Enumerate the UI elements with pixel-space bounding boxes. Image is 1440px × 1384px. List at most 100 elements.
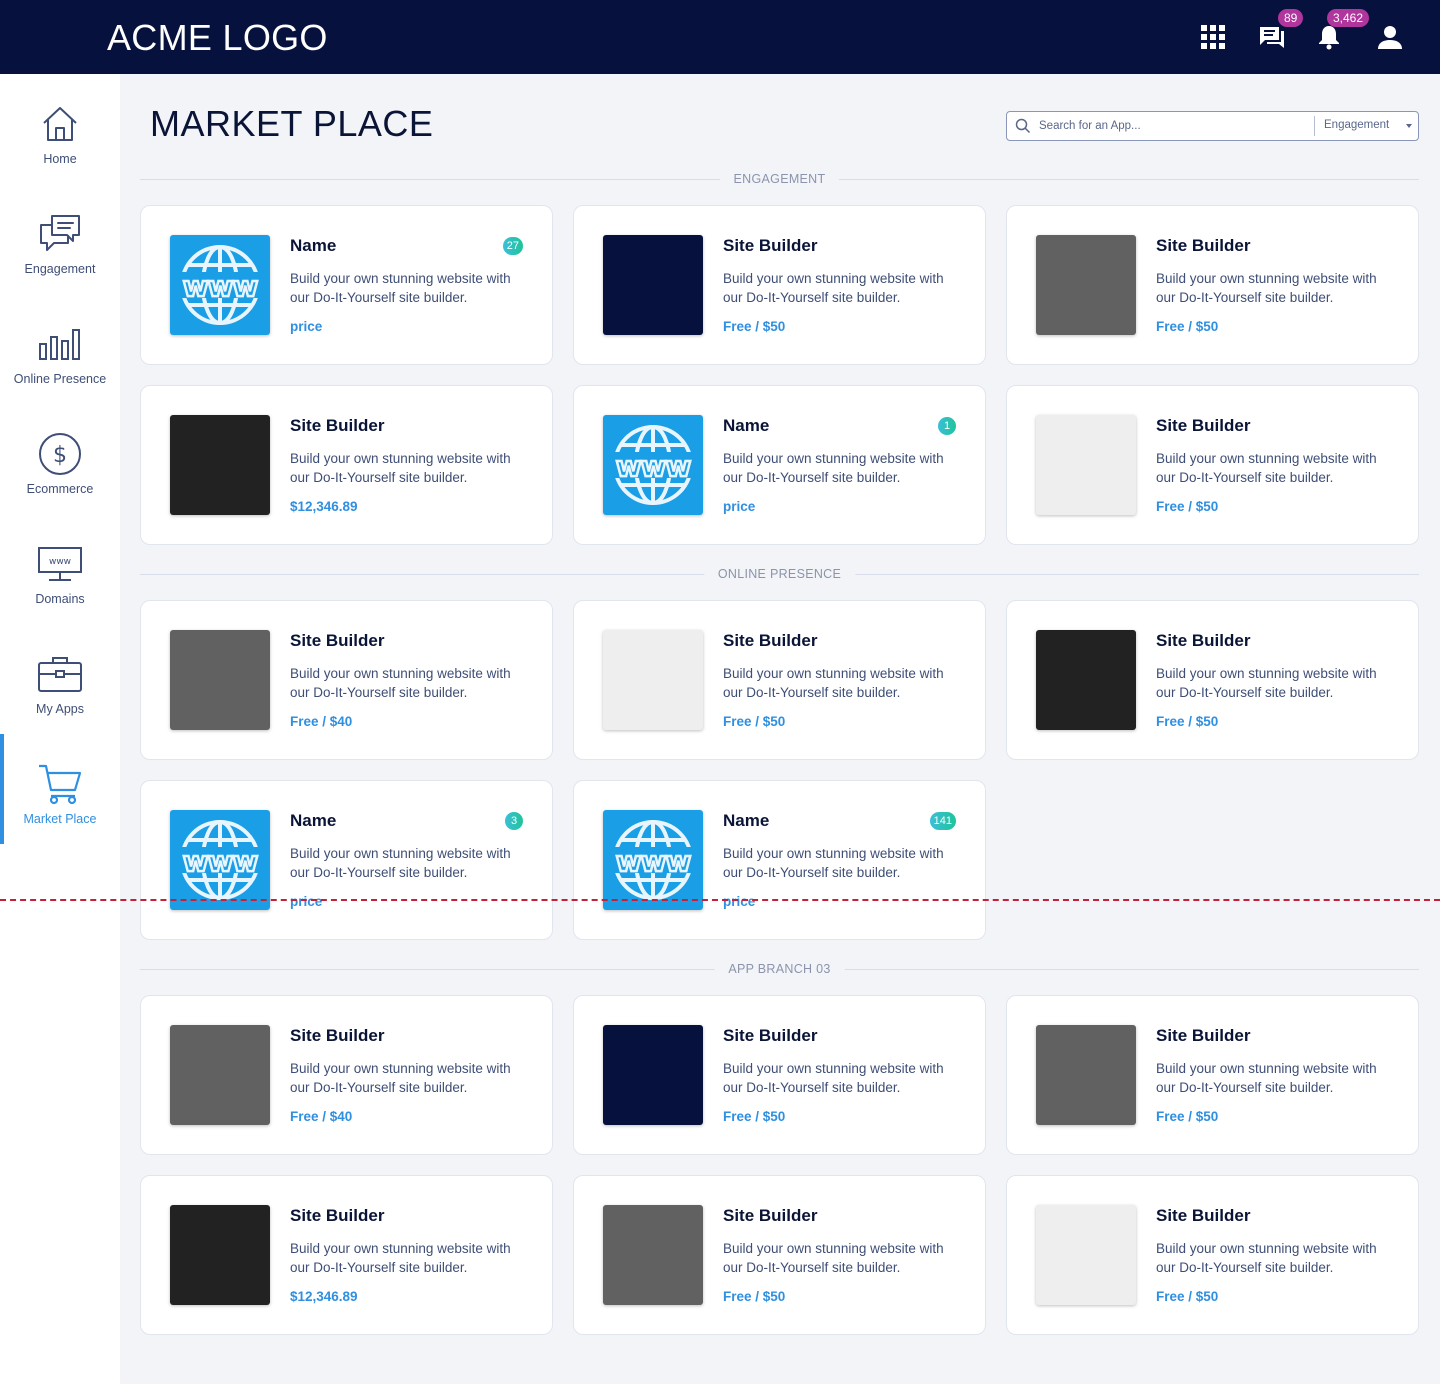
www-globe-icon: www xyxy=(603,810,703,910)
card-title: Site Builder xyxy=(1156,1026,1251,1045)
app-card[interactable]: www Name Build your own stunning website w… xyxy=(573,385,986,545)
card-price: Free / $50 xyxy=(1156,319,1219,334)
app-thumbnail xyxy=(1036,1205,1136,1305)
card-price: Free / $50 xyxy=(723,1289,786,1304)
card-price: price xyxy=(723,499,756,514)
app-thumbnail xyxy=(170,1205,270,1305)
sidebar-item-label: Domains xyxy=(35,592,85,606)
card-price: price xyxy=(723,894,756,909)
notifications-badge: 3,462 xyxy=(1327,9,1370,27)
card-title: Name xyxy=(290,811,337,830)
notifications-icon[interactable]: 3,462 xyxy=(1312,9,1370,54)
sidebar-item-label: Market Place xyxy=(23,812,97,826)
sidebar-item-label: Ecommerce xyxy=(26,482,94,496)
section-title: ENGAGEMENT xyxy=(719,172,840,186)
app-card[interactable]: Site Builder Build your own stunning webs… xyxy=(1006,205,1419,365)
card-price: Free / $50 xyxy=(1156,714,1219,729)
search-input[interactable] xyxy=(1039,116,1309,136)
card-description: Build your own stunning website with our… xyxy=(723,271,944,305)
category-select[interactable]: Engagement xyxy=(1324,119,1389,131)
app-thumbnail xyxy=(1036,630,1136,730)
card-price: Free / $50 xyxy=(723,714,786,729)
card-description: Build your own stunning website with our… xyxy=(1156,666,1377,700)
app-card[interactable]: Site Builder Build your own stunning webs… xyxy=(573,1175,986,1335)
sidebar-item-domains[interactable]: www Domains xyxy=(0,514,120,624)
card-title: Site Builder xyxy=(723,1206,818,1225)
card-title: Site Builder xyxy=(723,1026,818,1045)
sidebar-item-online-presence[interactable]: Online Presence xyxy=(0,294,120,404)
app-card[interactable]: Site Builder Build your own stunning webs… xyxy=(1006,1175,1419,1335)
logo[interactable]: ACME LOGO xyxy=(107,17,328,59)
svg-text:$: $ xyxy=(53,443,67,468)
sidebar: Home Engagement Online Presence $ Ecomme… xyxy=(0,74,120,1384)
card-price: Free / $40 xyxy=(290,1109,353,1124)
app-card[interactable]: Site Builder Build your own stunning webs… xyxy=(573,995,986,1155)
app-thumbnail xyxy=(603,1025,703,1125)
count-badge: 1 xyxy=(938,417,956,435)
card-title: Site Builder xyxy=(723,236,818,255)
app-card[interactable]: Site Builder Build your own stunning webs… xyxy=(140,385,553,545)
card-title: Site Builder xyxy=(723,631,818,650)
section-header: APP BRANCH 03 xyxy=(140,960,1419,980)
app-card[interactable]: Site Builder Build your own stunning webs… xyxy=(1006,385,1419,545)
sidebar-item-my-apps[interactable]: My Apps xyxy=(0,624,120,734)
card-title: Name xyxy=(723,416,770,435)
sidebar-item-label: Online Presence xyxy=(13,372,107,386)
card-price: $12,346.89 xyxy=(290,1289,358,1304)
messages-icon[interactable]: 89 xyxy=(1255,9,1304,54)
app-card[interactable]: Site Builder Build your own stunning webs… xyxy=(1006,600,1419,760)
sidebar-item-label: Home xyxy=(43,152,77,166)
app-thumbnail xyxy=(170,1025,270,1125)
section-title: ONLINE PRESENCE xyxy=(703,567,856,581)
card-price: price xyxy=(290,319,323,334)
app-card[interactable]: Site Builder Build your own stunning webs… xyxy=(140,995,553,1155)
search-divider xyxy=(1314,116,1315,136)
card-price: Free / $50 xyxy=(1156,499,1219,514)
app-card[interactable]: www Name Build your own stunning website w… xyxy=(573,780,986,940)
svg-text:www: www xyxy=(183,845,258,878)
card-description: Build your own stunning website with our… xyxy=(723,666,944,700)
app-thumbnail xyxy=(170,630,270,730)
page-title: MARKET PLACE xyxy=(150,103,434,144)
card-title: Site Builder xyxy=(290,631,385,650)
sidebar-item-market-place[interactable]: Market Place xyxy=(0,734,120,844)
section-header: ENGAGEMENT xyxy=(140,170,1419,190)
app-card[interactable]: Site Builder Build your own stunning webs… xyxy=(573,205,986,365)
card-description: Build your own stunning website with our… xyxy=(290,271,511,305)
chevron-down-icon[interactable] xyxy=(1406,124,1412,128)
card-description: Build your own stunning website with our… xyxy=(1156,1241,1377,1275)
home-icon xyxy=(36,100,84,148)
card-title: Site Builder xyxy=(1156,416,1251,435)
app-card[interactable]: www Name Build your own stunning website w… xyxy=(140,780,553,940)
app-card[interactable]: Site Builder Build your own stunning webs… xyxy=(573,600,986,760)
card-description: Build your own stunning website with our… xyxy=(290,666,511,700)
briefcase-icon xyxy=(36,650,84,698)
card-price: price xyxy=(290,894,323,909)
card-price: Free / $50 xyxy=(723,1109,786,1124)
card-description: Build your own stunning website with our… xyxy=(290,846,511,880)
sidebar-item-home[interactable]: Home xyxy=(0,74,120,184)
search-bar: Engagement xyxy=(1006,111,1419,141)
app-card[interactable]: Site Builder Build your own stunning webs… xyxy=(140,1175,553,1335)
app-card[interactable]: www Name Build your own stunning website w… xyxy=(140,205,553,365)
card-description: Build your own stunning website with our… xyxy=(1156,271,1377,305)
sidebar-item-label: Engagement xyxy=(24,262,96,276)
svg-text:www: www xyxy=(183,270,258,303)
sidebar-item-engagement[interactable]: Engagement xyxy=(0,184,120,294)
card-description: Build your own stunning website with our… xyxy=(723,1061,944,1095)
card-price: Free / $50 xyxy=(1156,1289,1219,1304)
app-card[interactable]: Site Builder Build your own stunning webs… xyxy=(140,600,553,760)
card-title: Site Builder xyxy=(290,1026,385,1045)
card-description: Build your own stunning website with our… xyxy=(290,1061,511,1095)
app-thumbnail xyxy=(1036,235,1136,335)
app-card[interactable]: Site Builder Build your own stunning webs… xyxy=(1006,995,1419,1155)
apps-grid-icon[interactable] xyxy=(1196,20,1230,54)
chat-bubbles-icon xyxy=(36,210,84,258)
user-icon[interactable] xyxy=(1373,20,1407,54)
sidebar-item-ecommerce[interactable]: $ Ecommerce xyxy=(0,404,120,514)
card-description: Build your own stunning website with our… xyxy=(723,451,944,485)
card-title: Site Builder xyxy=(1156,631,1251,650)
card-description: Build your own stunning website with our… xyxy=(723,1241,944,1275)
app-thumbnail xyxy=(603,1205,703,1305)
count-badge: 3 xyxy=(505,812,523,830)
